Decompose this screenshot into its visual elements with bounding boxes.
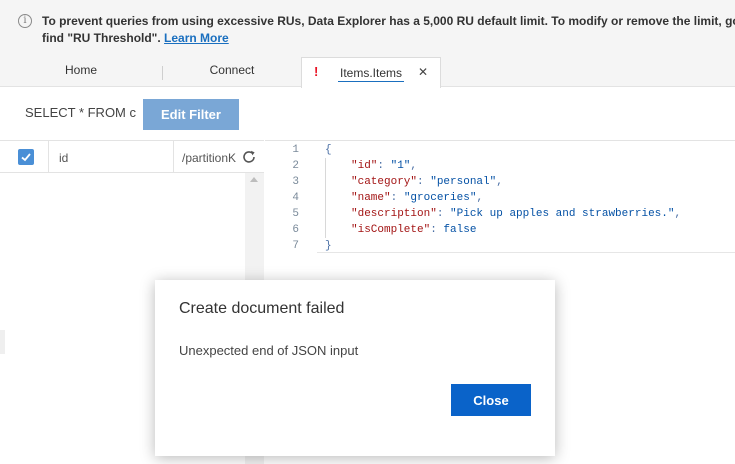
- banner-text: To prevent queries from using excessive …: [42, 14, 735, 28]
- line-number: 3: [292, 176, 299, 188]
- close-button[interactable]: Close: [451, 384, 531, 416]
- json-key: "category": [351, 176, 418, 188]
- checkmark-icon: [21, 153, 31, 162]
- json-value: "personal": [430, 176, 497, 188]
- query-text: SELECT * FROM c: [25, 105, 137, 120]
- line-number: 6: [292, 224, 299, 236]
- json-brace: {: [325, 144, 332, 156]
- code-line: "category": "personal",: [351, 176, 503, 188]
- tab-items-items[interactable]: ! Items.Items ✕: [301, 57, 441, 88]
- column-header-id[interactable]: id: [59, 151, 68, 165]
- json-value: "1": [390, 160, 411, 172]
- code-line: "id": "1",: [351, 160, 418, 172]
- column-divider: [173, 141, 174, 173]
- panel-resize-handle[interactable]: [0, 330, 5, 354]
- line-number: 4: [292, 192, 299, 204]
- code-line: "name": "groceries",: [351, 192, 484, 204]
- scroll-up-arrow-icon[interactable]: [250, 177, 258, 182]
- close-tab-icon[interactable]: ✕: [418, 65, 428, 79]
- json-value: "Pick up apples and strawberries.": [450, 208, 675, 220]
- refresh-icon[interactable]: [241, 149, 257, 165]
- json-value: "groceries": [403, 192, 477, 204]
- documents-header: id /partitionK: [0, 140, 264, 173]
- error-dialog: Create document failed Unexpected end of…: [155, 280, 555, 456]
- json-key: "description": [351, 208, 437, 220]
- tab-items-label: Items.Items: [338, 66, 405, 82]
- indent-guide: [325, 158, 326, 238]
- dialog-title: Create document failed: [179, 300, 345, 317]
- editor-border: [265, 140, 735, 141]
- column-divider: [48, 141, 49, 173]
- column-header-partition-key[interactable]: /partitionK: [182, 151, 238, 165]
- line-number: 7: [292, 240, 299, 252]
- edit-filter-button[interactable]: Edit Filter: [143, 99, 239, 130]
- tab-home[interactable]: Home: [0, 54, 162, 87]
- code-line: {: [325, 142, 332, 158]
- line-number: 5: [292, 208, 299, 220]
- code-line: "isComplete": false: [351, 224, 477, 236]
- tab-connect[interactable]: Connect: [162, 54, 302, 87]
- banner-text-prefix: find "RU Threshold".: [42, 31, 165, 45]
- warning-icon: !: [314, 64, 319, 79]
- dialog-message: Unexpected end of JSON input: [179, 343, 359, 358]
- tab-bar: Home Connect ! Items.Items ✕: [0, 54, 735, 88]
- line-number: 1: [292, 144, 299, 156]
- json-key: "isComplete": [351, 224, 431, 236]
- code-line: "description": "Pick up apples and straw…: [351, 208, 682, 220]
- json-brace: }: [325, 240, 332, 252]
- json-key: "id": [351, 160, 378, 172]
- select-all-checkbox[interactable]: [18, 149, 34, 165]
- banner-text-line2: find "RU Threshold". Learn More: [42, 31, 229, 45]
- line-number: 2: [292, 160, 299, 172]
- editor-divider: [317, 252, 735, 253]
- learn-more-link[interactable]: Learn More: [164, 31, 229, 45]
- json-value: false: [443, 224, 477, 236]
- json-key: "name": [351, 192, 391, 204]
- info-icon: i: [18, 14, 32, 28]
- ru-limit-banner: i To prevent queries from using excessiv…: [0, 0, 735, 54]
